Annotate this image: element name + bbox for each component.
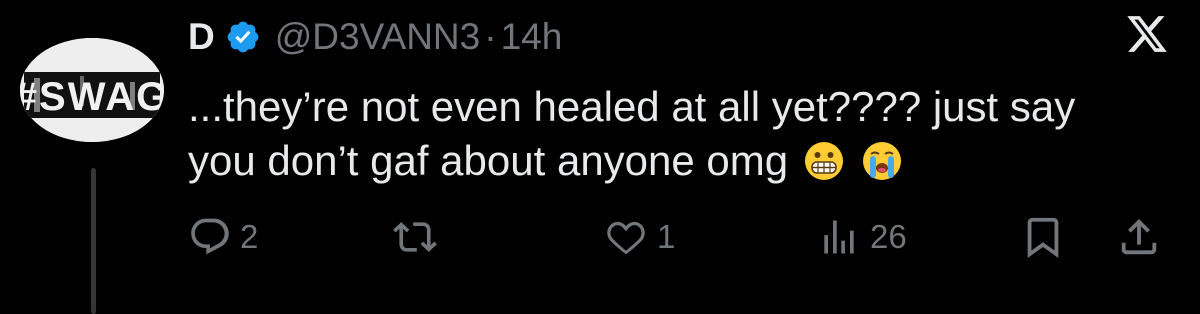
loudly-crying-face-emoji — [862, 140, 902, 180]
like-count: 1 — [657, 218, 676, 255]
tweet-card[interactable]: #SWAG D @D3VANN3 · 14h ...they’re not ev… — [0, 0, 1200, 314]
x-logo-icon — [1124, 12, 1170, 56]
bookmark-icon — [1027, 217, 1059, 258]
views-count: 26 — [870, 218, 907, 255]
action-bar: 2 1 26 — [0, 212, 1200, 262]
tweet-text-line-2: you don’t gaf about anyone omg — [188, 134, 1168, 188]
retweet-button[interactable] — [392, 212, 446, 262]
avatar-text: #SWAG — [20, 75, 164, 119]
verified-badge-icon[interactable] — [225, 19, 261, 55]
user-handle[interactable]: @D3VANN3 — [275, 16, 481, 58]
views-icon — [824, 220, 854, 254]
tweet-text-line-2-content: you don’t gaf about anyone omg — [188, 137, 789, 184]
bookmark-button[interactable] — [1020, 212, 1066, 262]
reply-count: 2 — [240, 218, 259, 255]
tweet-header: D @D3VANN3 · 14h — [188, 14, 562, 60]
avatar[interactable]: #SWAG — [20, 38, 164, 142]
tweet-text-line-1: ...they’re not even healed at all yet???… — [188, 83, 1076, 130]
like-button[interactable]: 1 — [603, 212, 675, 262]
views-button[interactable]: 26 — [816, 212, 907, 262]
display-name[interactable]: D — [188, 16, 215, 58]
timestamp[interactable]: 14h — [501, 16, 563, 58]
separator-dot: · — [484, 16, 497, 57]
share-button[interactable] — [1116, 212, 1162, 262]
grimacing-face-emoji — [804, 140, 844, 180]
avatar-image: #SWAG — [20, 38, 164, 142]
reply-button[interactable]: 2 — [188, 212, 258, 262]
tweet-text: ...they’re not even healed at all yet???… — [188, 80, 1168, 188]
like-icon — [607, 221, 645, 255]
reply-icon — [191, 218, 229, 255]
retweet-icon — [393, 222, 437, 252]
share-icon — [1121, 218, 1157, 255]
